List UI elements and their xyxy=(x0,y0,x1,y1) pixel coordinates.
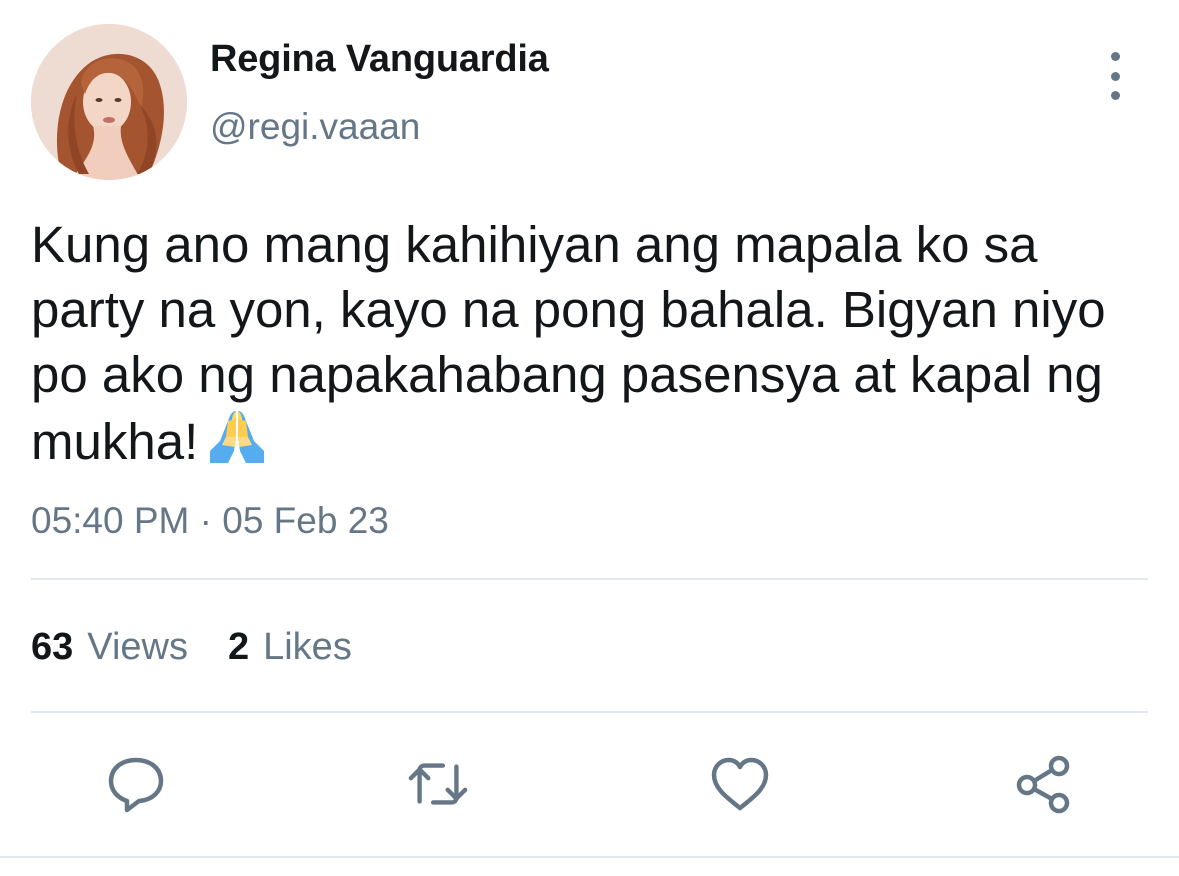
heart-icon xyxy=(711,757,769,811)
likes-count: 2 xyxy=(227,626,250,668)
tweet-stats: 63 Views 2 Likes xyxy=(31,626,352,669)
divider xyxy=(31,711,1148,713)
divider xyxy=(31,578,1148,580)
avatar[interactable] xyxy=(31,24,187,180)
tweet-card: Regina Vanguardia @regi.vaaan Kung ano m… xyxy=(0,0,1179,876)
more-dot-icon xyxy=(1110,91,1120,100)
divider xyxy=(0,856,1179,858)
tweet-timestamp[interactable]: 05:40 PM · 05 Feb 23 xyxy=(31,500,389,542)
folded-hands-icon xyxy=(210,411,265,463)
folded-hands-emoji xyxy=(206,407,268,480)
reply-icon xyxy=(108,757,164,813)
avatar-image xyxy=(31,24,187,180)
more-options-button[interactable] xyxy=(1096,52,1134,100)
more-dot-icon xyxy=(1110,71,1120,81)
views-count: 63 xyxy=(31,626,74,668)
likes-stat[interactable]: 2 Likes xyxy=(228,626,352,669)
author-handle[interactable]: @regi.vaaan xyxy=(210,106,420,148)
views-label: Views xyxy=(87,626,188,668)
more-dot-icon xyxy=(1110,52,1120,61)
tweet-text-body: Kung ano mang kahihiyan ang mapala ko sa… xyxy=(31,216,1106,470)
retweet-icon xyxy=(408,763,468,805)
share-icon xyxy=(1016,755,1070,814)
tweet-text: Kung ano mang kahihiyan ang mapala ko sa… xyxy=(31,212,1161,480)
like-button[interactable] xyxy=(708,752,772,816)
retweet-button[interactable] xyxy=(406,752,470,816)
likes-label: Likes xyxy=(263,626,352,668)
views-stat[interactable]: 63 Views xyxy=(31,626,188,669)
author-display-name[interactable]: Regina Vanguardia xyxy=(210,38,549,81)
reply-button[interactable] xyxy=(104,752,168,816)
share-button[interactable] xyxy=(1012,752,1076,816)
